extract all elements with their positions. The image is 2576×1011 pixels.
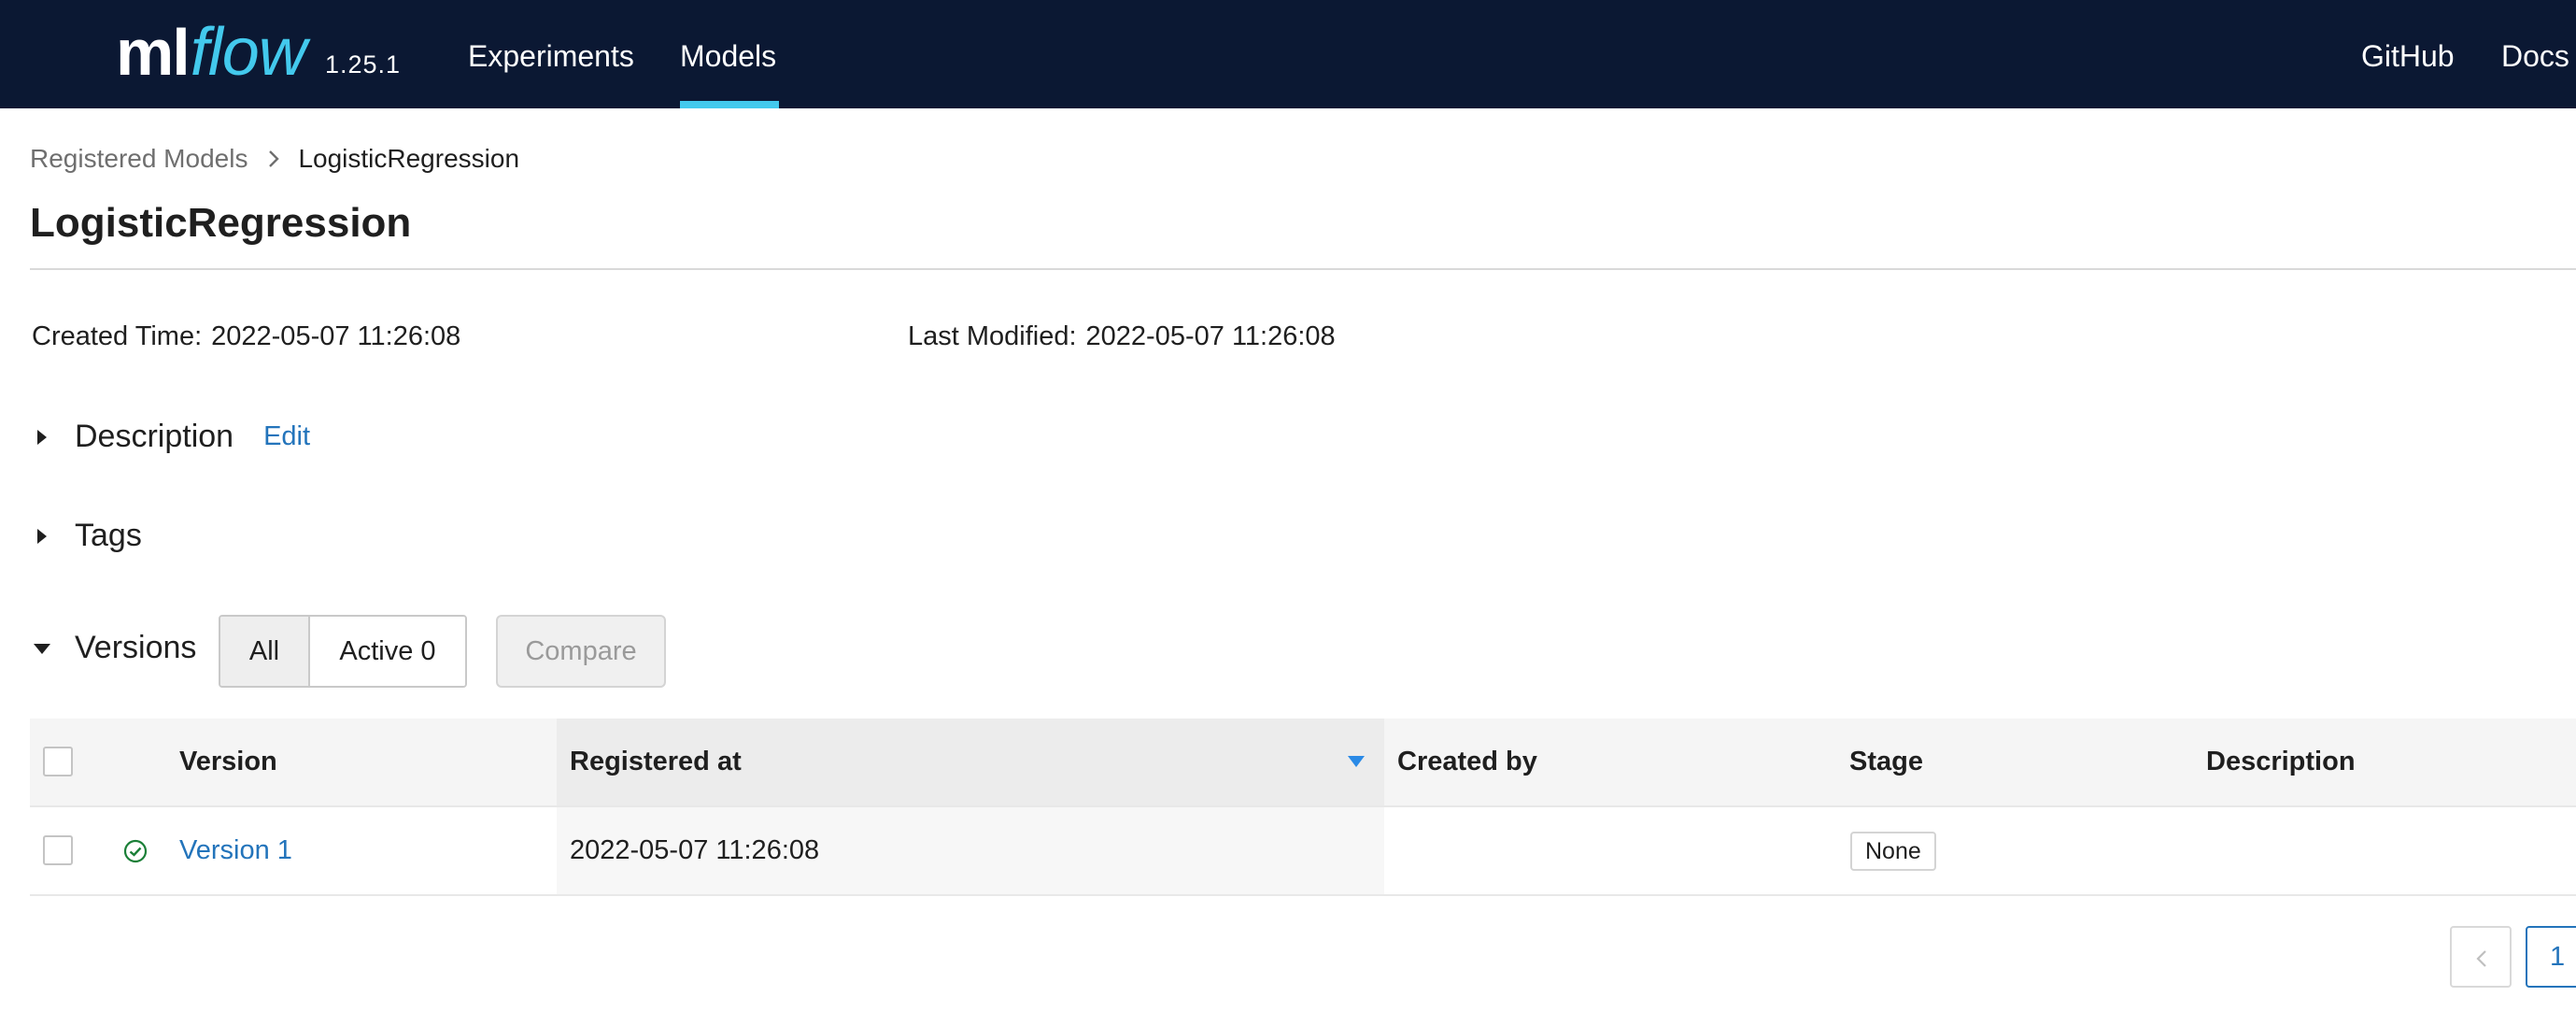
column-header-description[interactable]: Description (2206, 719, 2356, 805)
breadcrumb-current: LogisticRegression (298, 144, 520, 173)
tags-label: Tags (75, 518, 142, 553)
filter-active-button[interactable]: Active 0 (310, 617, 465, 686)
title-divider (30, 268, 2576, 270)
chevron-right-icon (269, 150, 280, 167)
versions-label: Versions (75, 630, 197, 665)
pagination-page-1[interactable]: 1 (2526, 926, 2576, 988)
version-link[interactable]: Version 1 (179, 807, 292, 894)
created-time-label: Created Time: (32, 321, 203, 351)
last-modified-label: Last Modified: (908, 321, 1077, 351)
logo-ml-text: ml (116, 16, 191, 89)
row-select-checkbox[interactable] (43, 835, 73, 865)
caret-down-icon (34, 643, 50, 654)
docs-link[interactable]: Docs (2501, 0, 2569, 108)
last-modified: Last Modified: 2022-05-07 11:26:08 (908, 321, 1336, 352)
column-header-registered-at[interactable]: Registered at (570, 719, 742, 805)
nav-experiments[interactable]: Experiments (468, 0, 634, 108)
sort-descending-icon[interactable] (1347, 754, 1366, 769)
check-circle-icon (123, 839, 148, 863)
github-link[interactable]: GitHub (2361, 0, 2455, 108)
table-row: Version 1 2022-05-07 11:26:08 None (30, 807, 2576, 896)
mlflow-logo[interactable]: ml flow (116, 6, 307, 99)
column-header-version[interactable]: Version (179, 719, 277, 805)
created-time-value: 2022-05-07 11:26:08 (211, 321, 461, 351)
chevron-left-icon (2476, 950, 2486, 967)
compare-button[interactable]: Compare (496, 615, 666, 688)
column-header-stage[interactable]: Stage (1849, 719, 1923, 805)
logo-flow-text: flow (190, 15, 307, 90)
tags-section-header[interactable]: Tags (32, 518, 142, 554)
last-modified-value: 2022-05-07 11:26:08 (1085, 321, 1336, 351)
active-nav-indicator (680, 101, 779, 108)
page-title: LogisticRegression (30, 200, 412, 246)
column-header-created-by[interactable]: Created by (1397, 719, 1537, 805)
caret-right-icon (37, 528, 47, 544)
edit-description-link[interactable]: Edit (263, 421, 310, 452)
description-section-header[interactable]: Description Edit (32, 419, 310, 455)
registered-at-cell: 2022-05-07 11:26:08 (570, 835, 820, 865)
select-all-checkbox[interactable] (43, 747, 73, 776)
nav-models[interactable]: Models (680, 0, 776, 108)
app-version: 1.25.1 (325, 50, 402, 78)
pagination-prev-button[interactable] (2450, 926, 2512, 988)
breadcrumb-registered-models[interactable]: Registered Models (30, 144, 248, 174)
caret-right-icon (37, 429, 47, 445)
versions-table: Version Registered at Created by Stage D… (30, 719, 2576, 896)
created-time: Created Time: 2022-05-07 11:26:08 (32, 321, 460, 352)
filter-all-button[interactable]: All (220, 617, 310, 686)
stage-badge: None (1850, 832, 1936, 871)
versions-section-header[interactable]: Versions (32, 630, 196, 666)
versions-filter-toggle: All Active 0 (219, 615, 467, 688)
top-nav-bar: ml flow 1.25.1 Experiments Models GitHub … (0, 0, 2576, 108)
breadcrumb: Registered Models LogisticRegression (30, 144, 519, 174)
table-header-row: Version Registered at Created by Stage D… (30, 719, 2576, 807)
description-label: Description (75, 419, 234, 454)
